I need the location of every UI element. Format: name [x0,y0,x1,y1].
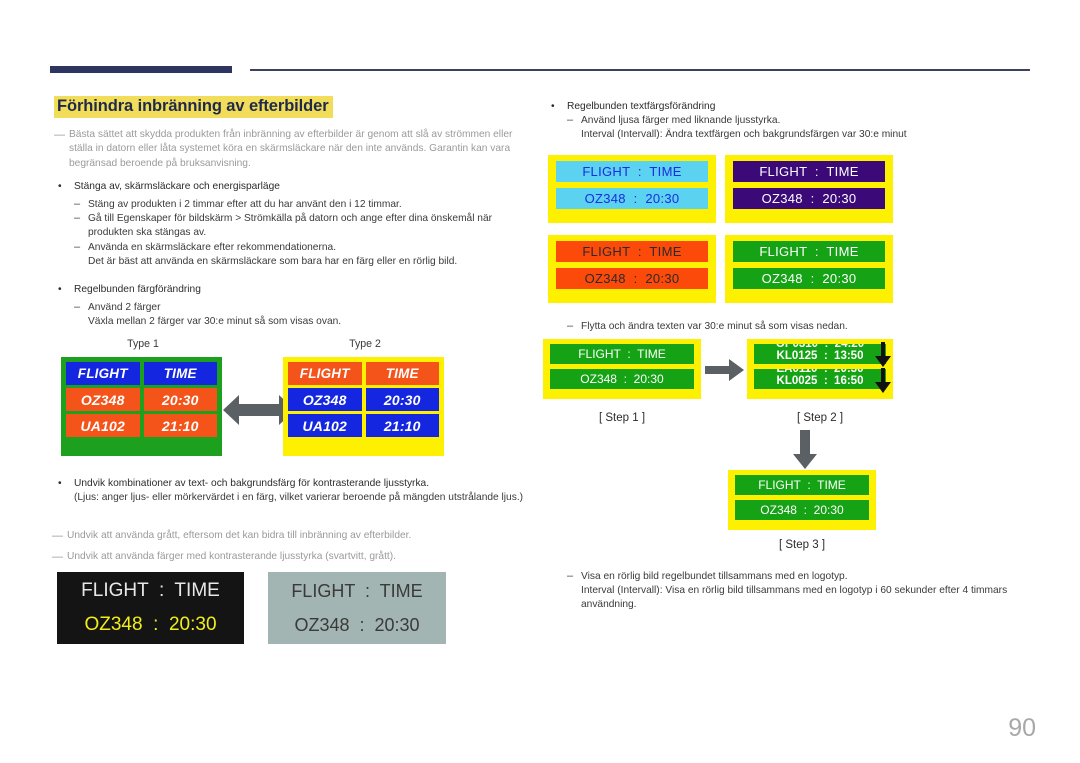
board-cell-time-header: TIME [143,362,217,385]
board-cell-flight: UA102 [66,414,140,437]
sub-item-screensaver-detail: Det är bäst att använda en skärmsläckare… [88,256,458,267]
sub-item-screensaver: Använda en skärmsläckare efter rekommend… [88,242,337,253]
contrast-example-gray: FLIGHT : TIME OZ348 : 20:30 [268,572,446,644]
panel-line-flight: OZ348 : 20:30 [556,188,708,209]
display-line-flight: OZ348 : 20:30 [84,614,217,635]
sub-dash-r2: – [567,320,574,332]
sub-item-poweroff-2h: Stäng av produkten i 2 timmar efter att … [88,199,402,210]
step3-panel: FLIGHT : TIME OZ348 : 20:30 [728,470,876,530]
page-title: Förhindra inbränning av efterbilder [54,96,333,118]
note-top: Bästa sättet att skydda produkten från i… [69,129,513,169]
board-row: OZ348 20:30 [66,388,217,411]
bullet-poweroff: • Stänga av, skärmsläckare och energispa… [58,180,528,194]
sub-dash-1: – [74,198,81,210]
board-cell-flight-header: FLIGHT [288,362,362,385]
sub-dash-r1: – [567,114,574,126]
bullet-contrast-detail: (Ljus: anger ljus- eller mörkervärdet i … [74,492,524,503]
sub-dash-4: – [74,301,81,313]
type2-label: Type 2 [349,338,381,350]
panel-line-header: FLIGHT : TIME [556,161,708,182]
sub-dash-3: – [74,241,81,253]
step3-line-flight: OZ348 : 20:30 [735,500,869,520]
sub-item-display-properties: Gå till Egenskaper för bildskärm > Ström… [88,213,493,239]
panel-line-flight: OZ348 : 20:30 [733,188,885,209]
board-row: UA102 21:10 [66,414,217,437]
type1-label: Type 1 [127,338,159,350]
note-dash-gray-2: — [52,551,63,563]
bullet-contrast: • Undvik kombinationer av text- och bakg… [58,477,538,491]
bullet-dot: • [58,478,62,489]
document-page: Förhindra inbränning av efterbilder — Bä… [0,0,1080,763]
note-avoid-gray: Undvik att använda grått, eftersom det k… [67,530,412,541]
page-number: 90 [1008,714,1036,742]
board-cell-time: 20:30 [143,388,217,411]
step1-line-flight: OZ348 : 20:30 [550,369,694,389]
bullet-textcolor-change: • Regelbunden textfärgsförändring [551,100,1021,114]
bullet-dot: • [58,284,62,295]
board-row: OZ348 20:30 [288,388,439,411]
bullet-color-change-label: Regelbunden färgförändring [74,284,201,295]
arrow-down-icon [792,430,818,475]
sub-dash-r3: – [567,570,574,582]
step2-label: [ Step 2 ] [796,412,844,424]
panel-line-header: FLIGHT : TIME [733,241,885,262]
board-cell-flight: UA102 [288,414,362,437]
step2-scrolling-bar-1: OP0310 : 24:20 KL0125 : 13:50 [754,344,886,364]
header-rule-thick [50,66,232,73]
note-dash-gray-1: — [52,530,63,542]
sub-item-interval-logo: Interval (Intervall): Visa en rörlig bil… [581,585,1008,611]
header-rule-thin [250,69,1030,71]
flight-board-type2: FLIGHT TIME OZ348 20:30 UA102 21:10 [283,357,444,456]
sub-dash-2: – [74,212,81,224]
step1-label: [ Step 1 ] [598,412,646,424]
bullet-color-change: • Regelbunden färgförändring [58,283,528,297]
board-cell-flight-header: FLIGHT [66,362,140,385]
color-panel-green: FLIGHT : TIME OZ348 : 20:30 [725,235,893,303]
panel-line-header: FLIGHT : TIME [733,161,885,182]
color-panel-purple: FLIGHT : TIME OZ348 : 20:30 [725,155,893,223]
board-row: UA102 21:10 [288,414,439,437]
board-cell-time-header: TIME [365,362,439,385]
bullet-textcolor-change-label: Regelbunden textfärgsförändring [567,101,716,112]
display-line-flight: OZ348 : 20:30 [294,614,420,635]
step2-line-kl0025: KL0025 : 16:50 [776,375,864,387]
scroll-arrow-down-icon-2 [873,368,893,399]
sub-item-bright-colors: Använd ljusa färger med liknande ljussty… [581,115,781,126]
board-cell-flight: OZ348 [288,388,362,411]
bullet-poweroff-label: Stänga av, skärmsläckare och energisparl… [74,181,280,192]
step2-panel: OP0310 : 24:20 KL0125 : 13:50 EA0110 : 2… [747,339,893,399]
sub-item-two-colors: Använd 2 färger [88,302,161,313]
step1-line-header: FLIGHT : TIME [550,344,694,364]
sub-item-move-text: Flytta och ändra texten var 30:e minut s… [581,321,848,332]
board-cell-time: 20:30 [365,388,439,411]
board-cell-time: 21:10 [143,414,217,437]
note-avoid-contrast: Undvik att använda färger med kontraster… [67,551,396,562]
board-cell-time: 21:10 [365,414,439,437]
bullet-dot: • [58,181,62,192]
board-header-row: FLIGHT TIME [288,362,439,385]
sub-item-moving-image-logo: Visa en rörlig bild regelbundet tillsamm… [581,571,848,582]
panel-line-flight: OZ348 : 20:30 [556,268,708,289]
contrast-example-black: FLIGHT : TIME OZ348 : 20:30 [57,572,244,644]
color-panel-orange: FLIGHT : TIME OZ348 : 20:30 [548,235,716,303]
step3-label: [ Step 3 ] [778,539,826,551]
step1-panel: FLIGHT : TIME OZ348 : 20:30 [543,339,701,399]
board-cell-flight: OZ348 [66,388,140,411]
bullet-dot: • [551,101,555,112]
board-header-row: FLIGHT TIME [66,362,217,385]
arrow-right-icon [705,358,745,387]
color-panel-cyan: FLIGHT : TIME OZ348 : 20:30 [548,155,716,223]
sub-item-two-colors-detail: Växla mellan 2 färger var 30:e minut så … [88,316,342,327]
display-line-header: FLIGHT : TIME [291,580,423,601]
bullet-contrast-label: Undvik kombinationer av text- och bakgru… [74,478,430,489]
sub-item-interval-30min: Interval (Intervall): Ändra textfärgen o… [581,129,907,140]
flight-board-type1: FLIGHT TIME OZ348 20:30 UA102 21:10 [61,357,222,456]
note-dash-top: — [54,129,65,141]
step2-line-kl0125: KL0125 : 13:50 [776,350,864,362]
panel-line-header: FLIGHT : TIME [556,241,708,262]
step2-scrolling-bar-2: EA0110 : 20:30 KL0025 : 16:50 [754,369,886,389]
step3-line-header: FLIGHT : TIME [735,475,869,495]
panel-line-flight: OZ348 : 20:30 [733,268,885,289]
display-line-header: FLIGHT : TIME [81,580,220,601]
